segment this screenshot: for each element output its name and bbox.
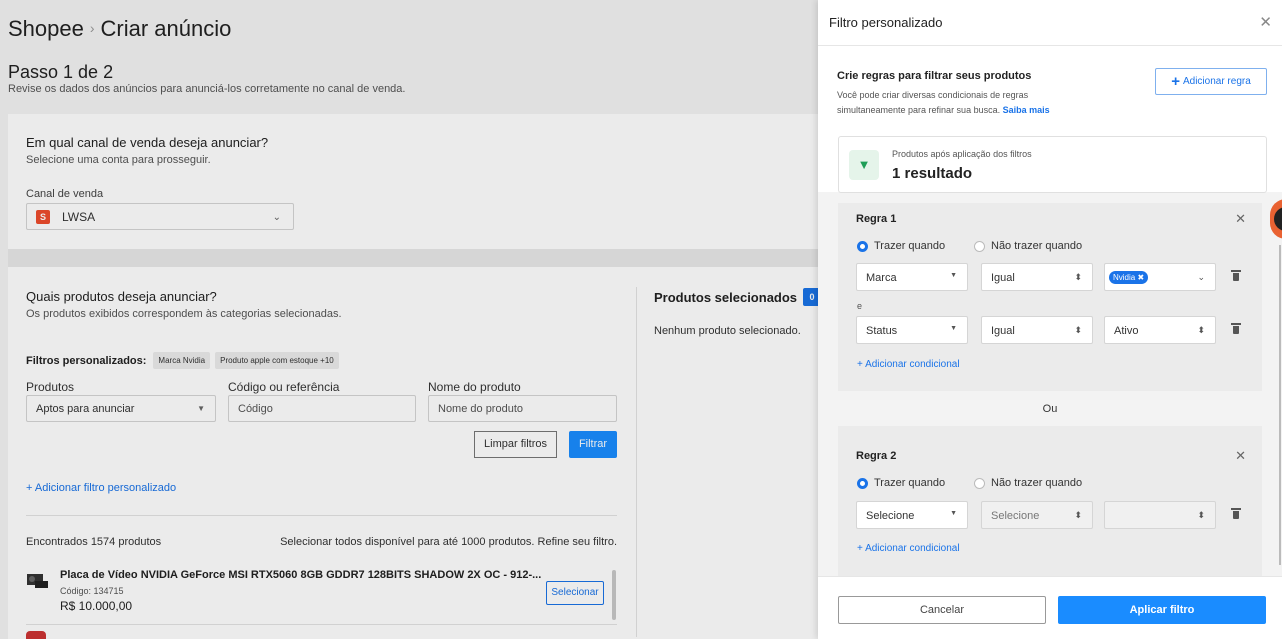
- drawer-body: Crie regras para filtrar seus produtos V…: [818, 46, 1282, 576]
- radio-exclude-label: Não trazer quando: [991, 240, 1083, 252]
- result-count: 1 resultado: [892, 165, 973, 182]
- cancel-button[interactable]: Cancelar: [838, 596, 1046, 624]
- add-rule-button[interactable]: + Adicionar regra: [1155, 68, 1267, 95]
- rule-title: Regra 2: [856, 450, 897, 462]
- radio-off-icon: [974, 477, 985, 489]
- result-summary: ▼ Produtos após aplicação dos filtros 1 …: [838, 136, 1267, 193]
- close-icon[interactable]: ✕: [1259, 13, 1272, 31]
- radio-off-icon: [974, 240, 985, 252]
- condition-operator-select[interactable]: Igual ⬍: [981, 263, 1093, 291]
- condition-field-value: Marca: [866, 272, 897, 284]
- condition-field-select[interactable]: Selecione ▼: [856, 501, 968, 529]
- updown-icon: ⬍: [1197, 510, 1205, 520]
- drawer-header: Filtro personalizado ✕: [818, 0, 1282, 46]
- condition-operator-value: Igual: [991, 272, 1015, 284]
- result-label: Produtos após aplicação dos filtros: [892, 149, 1032, 159]
- intro-text: Você pode criar diversas condicionais de…: [837, 90, 1029, 115]
- trash-icon[interactable]: [1231, 270, 1241, 282]
- radio-exclude[interactable]: Não trazer quando: [974, 477, 1082, 489]
- remove-rule-icon[interactable]: ✕: [1235, 211, 1246, 227]
- updown-icon: ⬍: [1197, 325, 1205, 335]
- caret-down-icon: ▼: [950, 510, 957, 517]
- rule-card: Regra 2 ✕ Trazer quando Não trazer quand…: [838, 426, 1262, 576]
- trash-icon[interactable]: [1231, 323, 1241, 335]
- radio-on-icon: [857, 240, 868, 252]
- add-condition-link[interactable]: + Adicionar condicional: [857, 543, 960, 554]
- condition-field-select[interactable]: Status ▼: [856, 316, 968, 344]
- caret-down-icon: ▼: [950, 272, 957, 279]
- plus-icon: +: [1171, 73, 1180, 90]
- rule-title: Regra 1: [856, 213, 897, 225]
- radio-exclude-label: Não trazer quando: [991, 477, 1083, 489]
- condition-field-value: Status: [866, 325, 898, 337]
- drawer-backdrop[interactable]: [0, 0, 818, 639]
- condition-value: Ativo: [1114, 325, 1139, 337]
- radio-include-label: Trazer quando: [874, 477, 946, 489]
- caret-down-icon: ▼: [950, 325, 957, 332]
- condition-value-select[interactable]: ⬍: [1104, 501, 1216, 529]
- rule-card: Regra 1 ✕ Trazer quando Não trazer quand…: [838, 203, 1262, 391]
- value-tag-label: Nvidia: [1113, 273, 1136, 282]
- radio-include[interactable]: Trazer quando: [857, 240, 945, 252]
- condition-operator-select[interactable]: Igual ⬍: [981, 316, 1093, 344]
- add-condition-link[interactable]: + Adicionar condicional: [857, 359, 960, 370]
- updown-icon: ⬍: [1074, 510, 1082, 520]
- condition-operator-value: Selecione: [991, 510, 1040, 522]
- value-tag[interactable]: Nvidia ✖: [1109, 271, 1149, 284]
- radio-include-label: Trazer quando: [874, 240, 946, 252]
- drawer-footer: Cancelar Aplicar filtro: [818, 576, 1282, 639]
- radio-on-icon: [857, 477, 868, 489]
- apply-filter-button[interactable]: Aplicar filtro: [1058, 596, 1266, 624]
- intro-title: Crie regras para filtrar seus produtos: [837, 70, 1032, 82]
- chevron-down-icon: ⌄: [1197, 272, 1205, 282]
- condition-field-select[interactable]: Marca ▼: [856, 263, 968, 291]
- or-separator: Ou: [1042, 403, 1058, 415]
- learn-more-link[interactable]: Saiba mais: [1003, 105, 1050, 115]
- filter-funnel-icon: ▼: [849, 150, 879, 180]
- add-rule-label: Adicionar regra: [1182, 76, 1251, 87]
- updown-icon: ⬍: [1074, 272, 1082, 282]
- drawer-scrollbar[interactable]: [1279, 245, 1281, 565]
- condition-connector: e: [857, 301, 863, 311]
- tag-remove-icon[interactable]: ✖: [1137, 273, 1144, 282]
- drawer-title: Filtro personalizado: [829, 15, 943, 30]
- updown-icon: ⬍: [1074, 325, 1082, 335]
- custom-filter-drawer: Filtro personalizado ✕ Crie regras para …: [818, 0, 1282, 639]
- trash-icon[interactable]: [1231, 508, 1241, 520]
- radio-exclude[interactable]: Não trazer quando: [974, 240, 1082, 252]
- condition-value-select[interactable]: Nvidia ✖ ⌄: [1104, 263, 1216, 291]
- intro-description: Você pode criar diversas condicionais de…: [837, 88, 1097, 118]
- condition-operator-select[interactable]: Selecione ⬍: [981, 501, 1093, 529]
- radio-include[interactable]: Trazer quando: [857, 477, 945, 489]
- condition-operator-value: Igual: [991, 325, 1015, 337]
- condition-value-select[interactable]: Ativo ⬍: [1104, 316, 1216, 344]
- condition-field-value: Selecione: [866, 510, 915, 522]
- remove-rule-icon[interactable]: ✕: [1235, 448, 1246, 464]
